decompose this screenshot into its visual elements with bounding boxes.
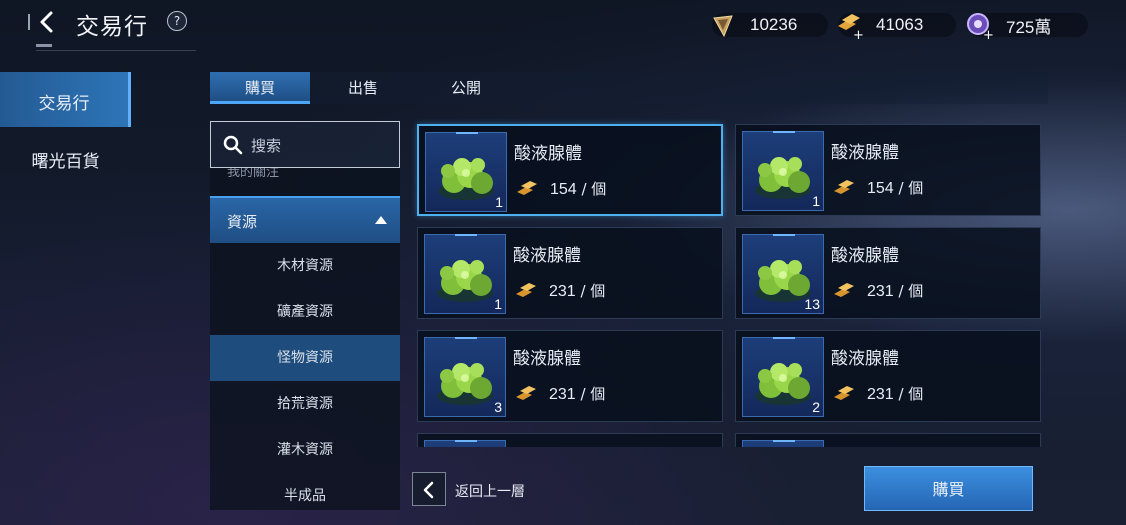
item-name: 酸液腺體: [514, 144, 582, 164]
item-price-value: 231: [867, 386, 894, 403]
item-price-unit: / 個: [576, 180, 607, 198]
back-button[interactable]: [412, 472, 446, 506]
back-label[interactable]: 返回上一層: [455, 481, 525, 501]
listing-card[interactable]: 1 酸液腺體 154 / 個: [735, 124, 1041, 216]
category-item-semi-finished[interactable]: 半成品: [210, 473, 400, 510]
item-price-unit: / 個: [575, 385, 606, 403]
buy-button[interactable]: 購買: [864, 466, 1033, 511]
listing-card[interactable]: 3 酸液腺體 231 / 個: [417, 330, 723, 422]
item-quantity: 1: [812, 193, 820, 209]
gold-bars-icon: [516, 386, 536, 400]
item-price-unit: / 個: [893, 385, 924, 403]
item-price: 154 / 個: [867, 177, 923, 198]
item-name: 酸液腺體: [513, 349, 581, 369]
item-thumbnail: [742, 440, 824, 447]
listing-card[interactable]: 1 酸液腺體 231 / 個: [417, 227, 723, 319]
gold-bars-add-icon[interactable]: +: [834, 10, 864, 40]
category-group-resources[interactable]: 資源: [210, 196, 400, 243]
listing-card-partial[interactable]: [735, 433, 1041, 447]
listing-card[interactable]: 13 酸液腺體 231 / 個: [735, 227, 1041, 319]
gold-currency: + 41063: [838, 13, 956, 40]
gold-bars-icon: [834, 180, 854, 194]
item-price-value: 231: [549, 386, 576, 403]
svg-text:+: +: [983, 28, 994, 40]
back-arrow-icon[interactable]: [36, 10, 60, 34]
category-item-wood[interactable]: 木材資源: [210, 243, 400, 289]
sidebar-item-label: 交易行: [38, 94, 90, 114]
crystal-currency-icon: [713, 15, 733, 38]
search-input[interactable]: 搜索: [210, 121, 400, 168]
category-group-label: 資源: [227, 213, 258, 231]
item-price: 231 / 個: [867, 383, 923, 404]
item-price-value: 231: [867, 283, 894, 300]
gold-bars-icon: [834, 386, 854, 400]
chevron-left-icon: [423, 481, 434, 499]
item-thumbnail: 1: [742, 131, 824, 211]
item-thumbnail: 2: [742, 337, 824, 417]
orb-currency-value: 725萬: [1006, 17, 1052, 37]
item-name: 酸液腺體: [831, 349, 899, 369]
header-edge-tick: [28, 14, 30, 30]
item-quantity: 1: [494, 296, 502, 312]
item-price: 231 / 個: [867, 280, 923, 301]
sidebar-item-label: 曙光百貨: [31, 152, 100, 172]
category-item-shrub[interactable]: 灌木資源: [210, 427, 400, 473]
listing-card[interactable]: 1 酸液腺體 154 / 個: [417, 124, 723, 216]
sidebar-item-trading[interactable]: 交易行: [0, 72, 131, 127]
item-quantity: 3: [494, 399, 502, 415]
header-divider: [36, 50, 196, 51]
listing-card-partial[interactable]: [417, 433, 723, 447]
svg-text:+: +: [853, 28, 864, 40]
item-price-value: 231: [549, 283, 576, 300]
category-item-monster[interactable]: 怪物資源: [210, 335, 400, 381]
header-underline: [36, 44, 52, 47]
crystal-currency: 10236: [712, 13, 828, 38]
item-price-unit: / 個: [893, 282, 924, 300]
sidebar-item-dawn-store[interactable]: 曙光百貨: [0, 130, 131, 185]
listing-card[interactable]: 2 酸液腺體 231 / 個: [735, 330, 1041, 422]
category-item-scavenge[interactable]: 拾荒資源: [210, 381, 400, 427]
category-list[interactable]: 我的關注 資源 木材資源 礦產資源 怪物資源 拾荒資源 灌木資源 半成品: [210, 168, 400, 510]
gold-bars-icon: [517, 181, 537, 195]
item-name: 酸液腺體: [831, 246, 899, 266]
tab-public[interactable]: 公開: [416, 72, 516, 104]
orb-currency: + 725萬: [967, 13, 1088, 40]
gold-currency-value: 41063: [876, 15, 924, 34]
item-thumbnail: 1: [425, 132, 507, 212]
tab-sell[interactable]: 出售: [313, 72, 413, 104]
help-icon[interactable]: ?: [167, 11, 187, 31]
item-quantity: 13: [804, 296, 820, 312]
item-price: 231 / 個: [549, 383, 605, 404]
item-thumbnail: 13: [742, 234, 824, 314]
search-placeholder: 搜索: [251, 137, 282, 155]
item-price-unit: / 個: [575, 282, 606, 300]
category-item-following[interactable]: 我的關注: [227, 168, 279, 180]
item-price-unit: / 個: [893, 179, 924, 197]
item-thumbnail: 1: [424, 234, 506, 314]
item-price-value: 154: [550, 181, 577, 198]
item-name: 酸液腺體: [831, 143, 899, 163]
gold-bars-icon: [516, 283, 536, 297]
search-icon: [223, 135, 243, 155]
category-item-ore[interactable]: 礦產資源: [210, 289, 400, 335]
item-name: 酸液腺體: [513, 246, 581, 266]
collapse-arrow-icon: [375, 216, 387, 224]
item-thumbnail: [424, 440, 506, 447]
gold-bars-icon: [834, 283, 854, 297]
item-price: 231 / 個: [549, 280, 605, 301]
item-quantity: 2: [812, 399, 820, 415]
orb-add-icon[interactable]: +: [964, 10, 994, 40]
item-quantity: 1: [495, 194, 503, 210]
item-thumbnail: 3: [424, 337, 506, 417]
item-price: 154 / 個: [550, 178, 606, 199]
crystal-currency-value: 10236: [750, 15, 798, 34]
page-title: 交易行: [76, 14, 148, 40]
item-price-value: 154: [867, 180, 894, 197]
tab-buy[interactable]: 購買: [210, 72, 310, 104]
